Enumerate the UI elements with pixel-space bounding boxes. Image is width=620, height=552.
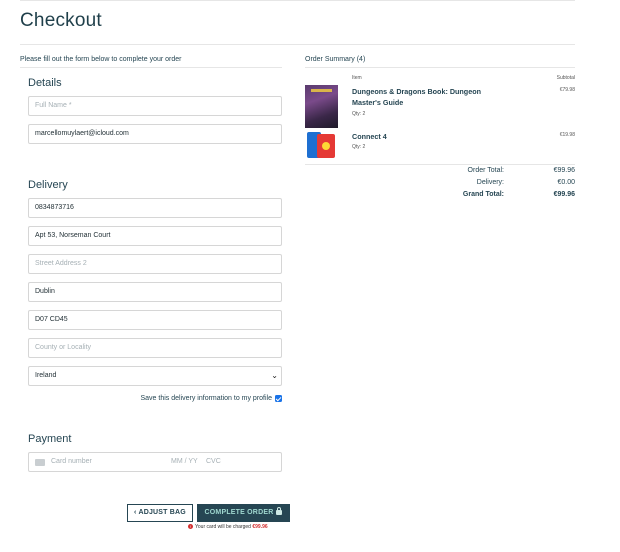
product-name[interactable]: Dungeons & Dragons Book: Dungeon Master'… <box>352 86 502 108</box>
product-image-connect-4[interactable] <box>305 130 338 161</box>
form-instruction: Please fill out the form below to comple… <box>20 56 182 63</box>
order-total-label: Order Total: <box>467 167 504 174</box>
adjust-bag-button[interactable]: ‹ ADJUST BAG <box>127 504 193 522</box>
page-title: Checkout <box>20 10 102 31</box>
details-heading: Details <box>28 77 62 89</box>
column-header-item: Item <box>352 75 362 81</box>
delivery-heading: Delivery <box>28 179 68 191</box>
order-total-value: €99.96 <box>553 167 575 174</box>
product-qty: Qty: 2 <box>352 111 366 117</box>
chevron-down-icon: ⌄ <box>271 371 278 380</box>
adjust-bag-label: ADJUST BAG <box>138 509 186 516</box>
title-divider <box>20 44 575 45</box>
payment-heading: Payment <box>28 433 72 445</box>
complete-order-label: COMPLETE ORDER <box>204 509 274 516</box>
save-delivery-label: Save this delivery information to my pro… <box>140 395 273 402</box>
grand-total-value: €99.96 <box>553 191 575 198</box>
product-image-dnd-book[interactable] <box>305 85 338 128</box>
save-delivery-checkbox[interactable] <box>275 395 282 402</box>
country-select[interactable]: Ireland ⌄ <box>28 366 282 386</box>
street-address-2-field[interactable]: Street Address 2 <box>28 254 282 274</box>
chevron-left-icon: ‹ <box>134 509 137 516</box>
charge-note-text: Your card will be charged <box>195 524 251 530</box>
street-address-1-field[interactable]: Apt 53, Norseman Court <box>28 226 282 246</box>
summary-divider <box>305 67 575 68</box>
product-subtotal: €79.98 <box>559 87 575 93</box>
email-field[interactable]: marcellomuylaert@icloud.com <box>28 124 282 144</box>
card-icon <box>35 459 45 466</box>
form-divider <box>20 67 282 68</box>
alert-icon: ! <box>188 524 193 530</box>
town-field[interactable]: Dublin <box>28 282 282 302</box>
card-input[interactable]: Card number MM / YY CVC <box>28 452 282 472</box>
product-subtotal: €19.98 <box>559 132 575 138</box>
top-divider <box>20 0 575 1</box>
column-header-subtotal: Subtotal <box>556 75 575 81</box>
card-cvc-placeholder: CVC <box>206 458 221 465</box>
full-name-field[interactable]: Full Name * <box>28 96 282 116</box>
delivery-value: €0.00 <box>557 179 575 186</box>
phone-field[interactable]: 0834873716 <box>28 198 282 218</box>
card-number-placeholder: Card number <box>51 458 92 465</box>
county-field[interactable]: County or Locality <box>28 338 282 358</box>
totals-divider <box>305 164 575 165</box>
save-delivery-row: Save this delivery information to my pro… <box>28 395 282 407</box>
charge-note: ! Your card will be charged €99.96 <box>188 524 268 530</box>
order-summary-title: Order Summary (4) <box>305 56 366 63</box>
country-select-value: Ireland <box>35 372 57 379</box>
box-art-disc <box>322 142 330 150</box>
product-qty: Qty: 2 <box>352 144 366 150</box>
delivery-label: Delivery: <box>476 179 504 186</box>
product-name[interactable]: Connect 4 <box>352 131 502 142</box>
lock-icon <box>276 507 283 515</box>
grand-total-label: Grand Total: <box>462 191 504 198</box>
complete-order-button[interactable]: COMPLETE ORDER <box>197 504 290 522</box>
card-expiry-placeholder: MM / YY <box>171 458 198 465</box>
postcode-field[interactable]: D07 CD45 <box>28 310 282 330</box>
charge-amount: €99.96 <box>252 524 268 530</box>
